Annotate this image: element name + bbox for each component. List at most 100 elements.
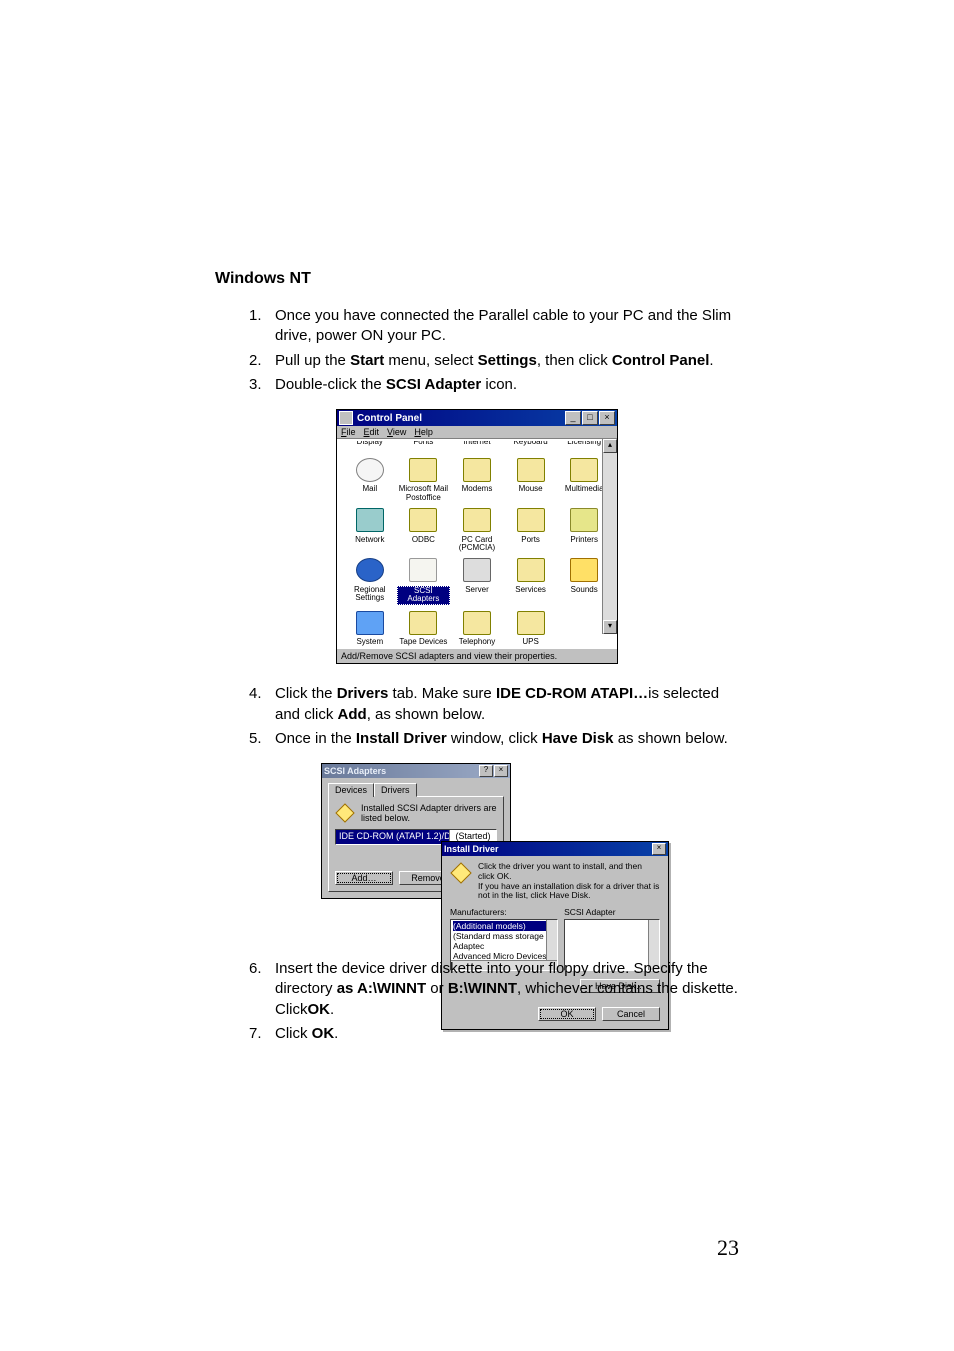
mfr-option[interactable]: (Additional models) [453,921,555,931]
scsi-title-text: SCSI Adapters [324,766,478,776]
cp-label: Microsoft Mail Postoffice [397,485,451,502]
tab-drivers[interactable]: Drivers [374,783,417,797]
cp-label: Keyboard [504,441,558,447]
b: Have Disk [542,730,614,747]
t: . [334,1025,338,1042]
t: . [330,1001,334,1018]
cp-item-services[interactable]: Services [504,556,558,606]
install-info-text: Click the driver you want to install, an… [478,862,660,901]
titlebar[interactable]: Control Panel _ □ × [337,410,617,426]
cp-label: ODBC [397,536,451,544]
help-button[interactable]: ? [479,765,493,777]
menu-edit[interactable]: Edit [364,427,380,437]
cp-item-odbc[interactable]: ODBC [397,506,451,554]
scsi-selected-driver[interactable]: IDE CD-ROM (ATAPI 1.2)/Dual-channel PCI … [336,830,449,844]
cp-label: Services [504,586,558,594]
cp-item-scsi-adapters[interactable]: SCSI Adapters [397,556,451,606]
cp-item-network[interactable]: Network [343,506,397,554]
menu-help[interactable]: Help [414,427,433,437]
cp-label: PC Card (PCMCIA) [450,536,504,553]
cp-item-ports[interactable]: Ports [504,506,558,554]
cp-label: Server [450,586,504,594]
section-heading: Windows NT [215,270,739,288]
cp-label: Display [343,441,397,447]
cp-label: Regional Settings [343,586,397,603]
b: OK [308,1001,331,1018]
cp-item-tape[interactable]: Tape Devices [397,609,451,649]
cp-label: Fonts [397,441,451,447]
scsi-adapters-icon [409,558,437,582]
cp-item-telephony[interactable]: Telephony [450,609,504,649]
cp-label: Licensing [557,441,611,447]
b: Settings [478,352,537,369]
cp-item-licensing[interactable]: Licensing [557,441,611,449]
cp-item-system[interactable]: System [343,609,397,649]
t: Double-click the [275,376,386,393]
cp-item-display[interactable]: Display [343,441,397,449]
b: Install Driver [356,730,447,747]
b: SCSI Adapter [386,376,481,393]
menu-view[interactable]: View [387,427,406,437]
cp-label: System [343,638,397,646]
printers-icon [570,508,598,532]
b: Start [350,352,384,369]
cp-item-server[interactable]: Server [450,556,504,606]
cp-label: Mouse [504,485,558,493]
status-text: Add/Remove SCSI adapters and view their … [341,651,557,661]
t: , then click [537,352,612,369]
menu-file[interactable]: File [341,427,356,437]
ms-mail-icon [409,458,437,482]
maximize-button[interactable]: □ [582,411,598,425]
steps-4-to-5: Click the Drivers tab. Make sure IDE CD-… [249,684,739,749]
install-titlebar[interactable]: Install Driver × [442,842,668,856]
status-bar: Add/Remove SCSI adapters and view their … [337,648,617,663]
scroll-down-button[interactable]: ▾ [603,620,617,634]
t: Click [275,1025,312,1042]
window-title: Control Panel [357,413,564,424]
tab-devices[interactable]: Devices [328,783,374,797]
b: B:\WINNT [448,980,517,997]
cp-item-ups[interactable]: UPS [504,609,558,649]
sounds-icon [570,558,598,582]
scsi-titlebar[interactable]: SCSI Adapters ? × [322,764,510,778]
cp-item-mail[interactable]: Mail [343,456,397,504]
step-4: Click the Drivers tab. Make sure IDE CD-… [249,684,739,725]
b: OK [312,1025,335,1042]
mail-icon [356,458,384,482]
page-number: 23 [717,1235,739,1261]
add-button[interactable]: Add… [335,871,393,885]
cp-item-internet[interactable]: Internet [450,441,504,449]
services-icon [517,558,545,582]
cp-label: Tape Devices [397,638,451,646]
network-icon [356,508,384,532]
minimize-button[interactable]: _ [565,411,581,425]
close-button[interactable]: × [652,843,666,855]
odbc-icon [409,508,437,532]
regional-icon [356,558,384,582]
step-text: Once you have connected the Parallel cab… [275,307,731,344]
cp-item-pccard[interactable]: PC Card (PCMCIA) [450,506,504,554]
server-icon [463,558,491,582]
t: tab. Make sure [388,685,496,702]
mfr-option[interactable]: Adaptec [453,941,555,951]
close-button[interactable]: × [494,765,508,777]
cp-item-ms-mail-postoffice[interactable]: Microsoft Mail Postoffice [397,456,451,504]
multimedia-icon [570,458,598,482]
scsi-adapter-label: SCSI Adapter [564,907,660,917]
step-3: Double-click the SCSI Adapter icon. [249,375,739,395]
t: menu, select [384,352,477,369]
menubar: File Edit View Help [337,426,617,439]
b: Control Panel [612,352,710,369]
cp-item-keyboard[interactable]: Keyboard [504,441,558,449]
cp-item-fonts[interactable]: Fonts [397,441,451,449]
mfr-option[interactable]: (Standard mass storage co [453,931,555,941]
ports-icon [517,508,545,532]
steps-1-to-3: Once you have connected the Parallel cab… [249,306,739,395]
close-button[interactable]: × [599,411,615,425]
cp-item-regional[interactable]: Regional Settings [343,556,397,606]
cp-item-mouse[interactable]: Mouse [504,456,558,504]
vertical-scrollbar[interactable]: ▴ ▾ [602,439,617,634]
mouse-icon [517,458,545,482]
tape-icon [409,611,437,635]
cp-item-modems[interactable]: Modems [450,456,504,504]
